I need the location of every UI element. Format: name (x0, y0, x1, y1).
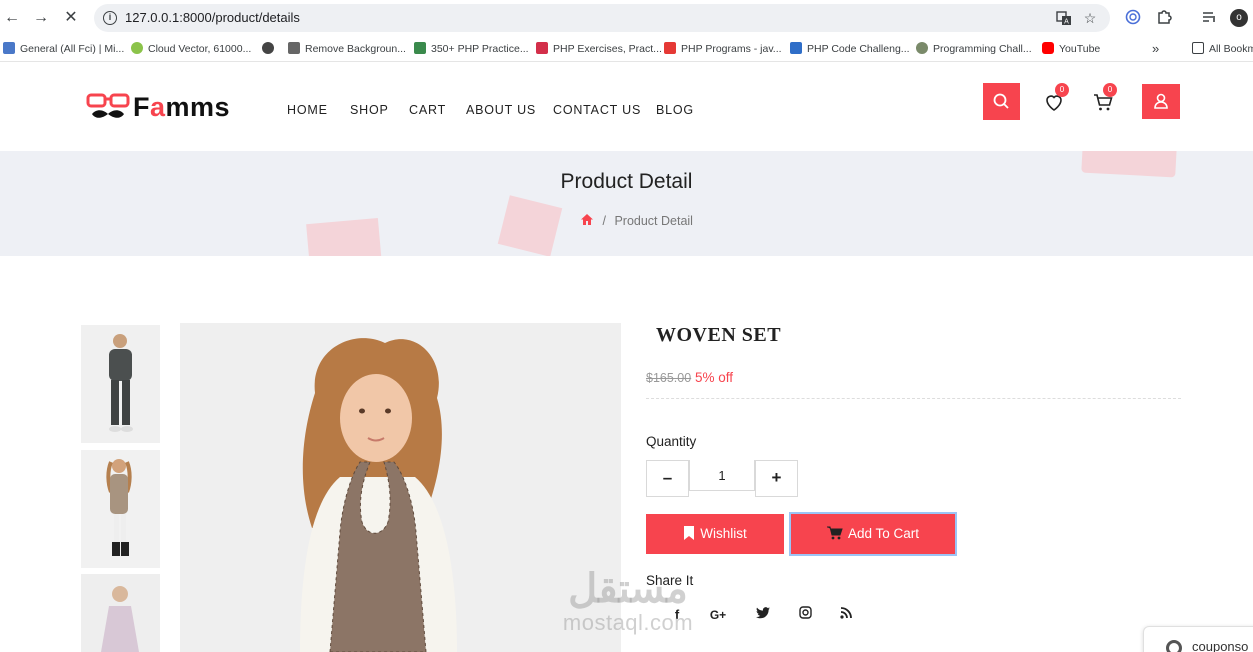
thumbnail-image (81, 574, 160, 652)
breadcrumb-current: Product Detail (614, 214, 693, 228)
home-icon[interactable] (580, 213, 594, 226)
page-hero: Product Detail / Product Detail (0, 151, 1253, 256)
product-name: WOVEN SET (656, 324, 782, 346)
chrome-icon (1166, 640, 1182, 652)
watermark: مستقل mostaql.com (562, 567, 694, 635)
wishlist-header-button[interactable]: 0 (1043, 83, 1069, 113)
search-button[interactable] (983, 83, 1020, 120)
back-icon[interactable]: ← (2, 8, 22, 28)
quantity-decrease-button[interactable]: – (646, 460, 689, 497)
nav-home[interactable]: HOME (287, 103, 328, 117)
nav-blog[interactable]: BLOG (656, 103, 694, 117)
breadcrumb: / Product Detail (580, 213, 693, 228)
rss-icon[interactable] (837, 606, 855, 624)
bookmark-item[interactable]: PHP Code Challeng... (790, 41, 910, 57)
bookmark-item[interactable]: Programming Chall... (916, 41, 1032, 57)
bookmark-item[interactable] (262, 41, 279, 57)
bookmark-item[interactable]: YouTube (1042, 41, 1100, 57)
user-icon (1154, 93, 1168, 109)
quantity-increase-button[interactable]: + (755, 460, 798, 497)
glasses-mustache-icon (86, 93, 130, 118)
logo-text: Famms (133, 92, 231, 122)
bookmark-item[interactable]: General (All Fci) | Mi... (3, 41, 124, 57)
address-bar[interactable]: i 127.0.0.1:8000/product/details A ☆ (94, 4, 1110, 32)
nav-cart[interactable]: CART (409, 103, 446, 117)
bookmarks-bar: General (All Fci) | Mi... Cloud Vector, … (0, 36, 1253, 62)
thumbnail-image (81, 325, 160, 443)
product-thumbnail[interactable] (81, 450, 160, 568)
google-plus-icon[interactable]: G+ (709, 606, 727, 624)
bookmark-icon (684, 526, 695, 540)
twitter-icon[interactable] (754, 606, 772, 624)
nav-contact-us[interactable]: CONTACT US (553, 103, 641, 117)
bookmark-item[interactable]: PHP Exercises, Pract... (536, 41, 662, 57)
bookmark-item[interactable]: Remove Backgroun... (288, 41, 406, 57)
add-to-cart-button[interactable]: Add To Cart (789, 512, 957, 556)
bookmark-star-icon[interactable]: ☆ (1082, 10, 1098, 26)
nav-about-us[interactable]: ABOUT US (466, 103, 536, 117)
famms-logo[interactable]: Famms (86, 90, 246, 124)
divider (646, 398, 1181, 399)
quantity-input[interactable]: 1 (689, 460, 755, 491)
all-bookmarks-folder[interactable]: All Bookm (1192, 41, 1253, 57)
discount-label: 5% off (695, 370, 734, 385)
site-info-icon[interactable]: i (103, 11, 117, 25)
bookmarks-overflow-button[interactable]: » (1152, 41, 1159, 57)
page-title: Product Detail (560, 170, 693, 193)
coupon-extension-toast[interactable]: couponso (1143, 626, 1253, 652)
profile-avatar[interactable]: o (1230, 9, 1248, 27)
extension-circle-icon[interactable] (1124, 9, 1142, 27)
nav-shop[interactable]: SHOP (350, 103, 389, 117)
thumbnail-image (81, 450, 160, 568)
browser-toolbar: ← → ✕ i 127.0.0.1:8000/product/details A… (0, 0, 1253, 36)
bookmark-item[interactable]: Cloud Vector, 61000... (131, 41, 251, 57)
site-header: Famms HOME SHOP CART ABOUT US CONTACT US… (0, 62, 1253, 151)
bookmark-item[interactable]: 350+ PHP Practice... (414, 41, 529, 57)
bookmark-item[interactable]: PHP Programs - jav... (664, 41, 782, 57)
wishlist-button[interactable]: Wishlist (646, 514, 784, 554)
wishlist-count-badge: 0 (1055, 83, 1069, 97)
stop-loading-icon[interactable]: ✕ (61, 8, 81, 28)
cart-header-button[interactable]: 0 (1092, 83, 1117, 113)
translate-icon[interactable]: A (1056, 10, 1072, 26)
user-account-button[interactable] (1142, 84, 1180, 119)
decorative-shape (497, 195, 563, 256)
search-icon (993, 93, 1009, 109)
url-text[interactable]: 127.0.0.1:8000/product/details (125, 10, 300, 25)
extensions-puzzle-icon[interactable] (1155, 9, 1173, 27)
svg-text:A: A (1064, 19, 1069, 26)
forward-icon[interactable]: → (31, 8, 51, 28)
product-thumbnail[interactable] (81, 574, 160, 652)
instagram-icon[interactable] (796, 606, 814, 624)
cart-icon (826, 526, 843, 540)
cart-count-badge: 0 (1103, 83, 1117, 97)
media-controls-icon[interactable] (1200, 9, 1218, 27)
old-price: $165.00 (646, 371, 692, 385)
quantity-label: Quantity (646, 434, 697, 449)
decorative-shape (306, 217, 382, 256)
product-thumbnail[interactable] (81, 325, 160, 443)
